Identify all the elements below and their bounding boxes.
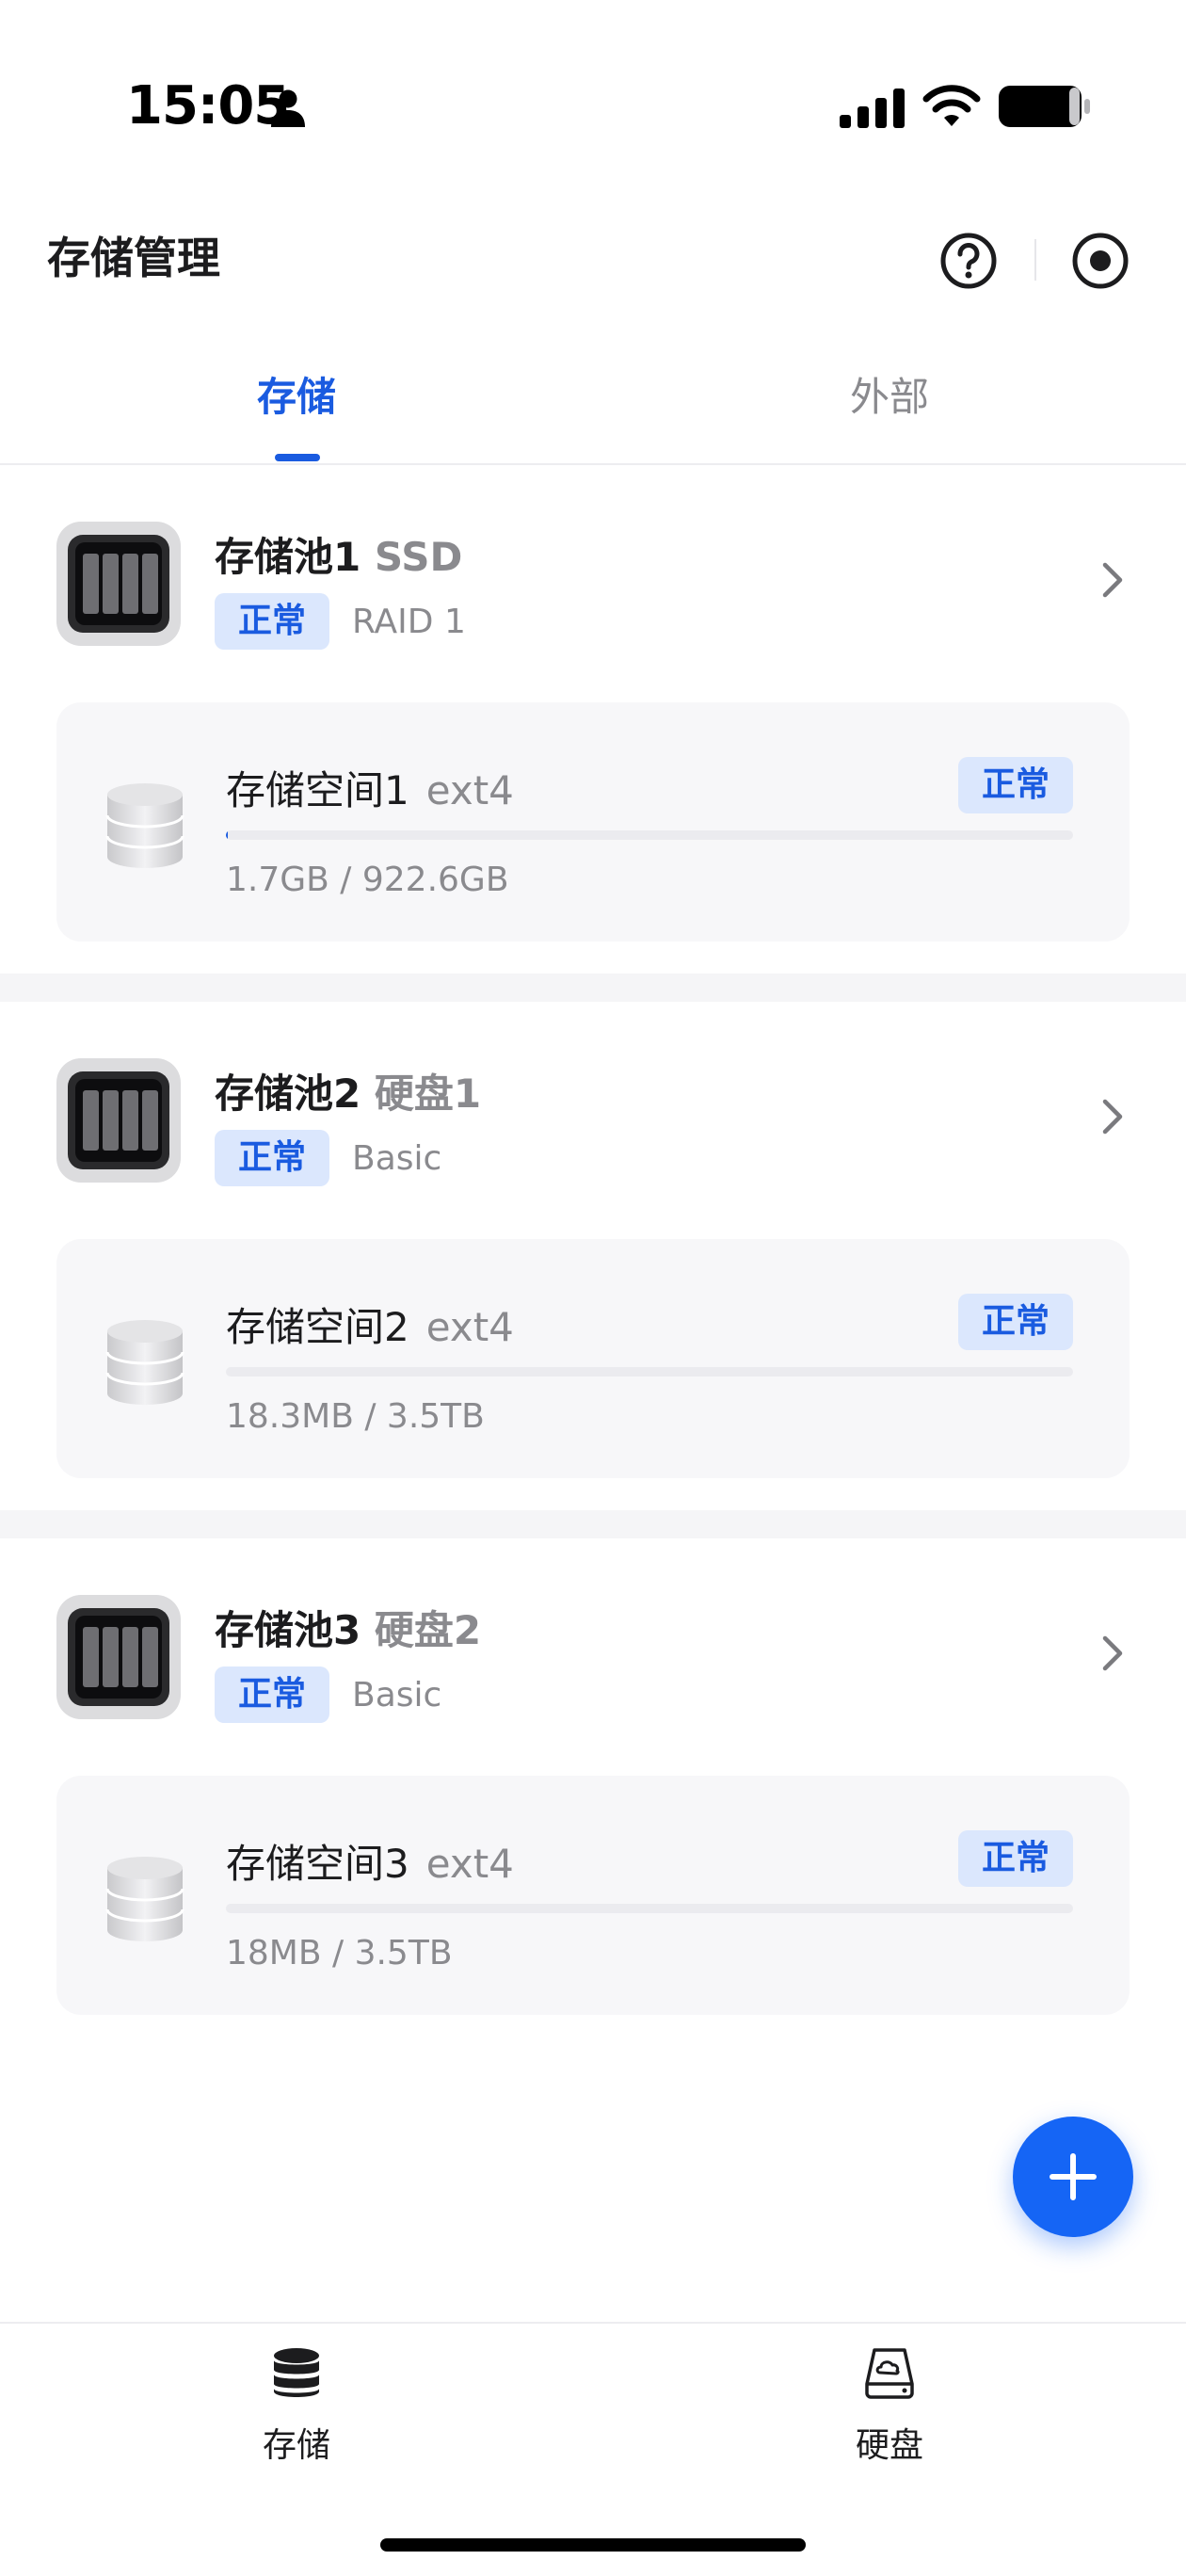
nav-item-storage[interactable]: 存储 [174,2344,419,2486]
status-badge: 正常 [958,757,1073,813]
pool-raid-type: Basic [352,1139,442,1178]
tab-external[interactable]: 外部 [767,365,1012,423]
tab-active-indicator [275,454,320,461]
volume-filesystem: ext4 [425,1304,514,1350]
plus-icon [1050,2153,1097,2200]
volume-card-3[interactable]: 存储空间3 ext4 正常 18MB / 3.5TB [56,1776,1130,2015]
cellular-signal-icon [840,89,905,128]
nav-label: 存储 [262,2426,330,2465]
volume-filesystem: ext4 [425,1841,514,1887]
usage-bar [226,830,1073,840]
tab-storage[interactable]: 存储 [174,365,419,423]
volume-usage: 18.3MB / 3.5TB [226,1397,485,1436]
status-time: 15:05 [126,75,290,137]
volume-filesystem: ext4 [425,767,514,813]
volume-usage: 1.7GB / 922.6GB [226,861,509,899]
add-button[interactable] [1013,2117,1133,2237]
usage-bar [226,1367,1073,1377]
chevron-right-icon[interactable] [1094,1092,1131,1141]
volume-card-2[interactable]: 存储空间2 ext4 正常 18.3MB / 3.5TB [56,1239,1130,1478]
chevron-right-icon[interactable] [1094,555,1131,604]
volume-name: 存储空间3 ext4 [226,1841,514,1887]
usage-bar-fill [226,830,228,840]
storage-pool-1[interactable]: 存储池1 SSD 正常 RAID 1 [0,465,1186,672]
database-icon [105,1320,184,1405]
section-separator [0,1510,1186,1538]
status-badge: 正常 [215,1130,329,1186]
nas-icon [56,1595,181,1719]
storage-pool-3[interactable]: 存储池3 硬盘2 正常 Basic [0,1538,1186,1746]
status-badge: 正常 [958,1830,1073,1887]
status-badge: 正常 [958,1294,1073,1350]
battery-icon [999,86,1090,127]
database-icon [105,783,184,868]
status-bar: 15:05 [0,0,1186,188]
header-divider [1034,239,1036,281]
home-indicator [380,2538,806,2552]
pool-raid-type: Basic [352,1676,442,1715]
pool-raid-type: RAID 1 [352,603,466,641]
status-badge: 正常 [215,593,329,650]
pool-name: 存储池1 SSD [215,534,463,580]
pool-name: 存储池2 硬盘1 [215,1071,482,1117]
database-icon [105,1857,184,1941]
database-icon [274,2348,319,2397]
pool-subtitle: SSD [374,534,463,580]
person-icon [271,89,305,127]
section-separator [0,974,1186,1002]
nav-label: 硬盘 [855,2426,923,2465]
pool-subtitle: 硬盘1 [374,1071,482,1117]
target-icon-button[interactable] [1071,232,1130,290]
nas-icon [56,1058,181,1183]
status-badge: 正常 [215,1666,329,1723]
usage-bar [226,1904,1073,1913]
help-button[interactable] [939,232,998,290]
storage-pool-2[interactable]: 存储池2 硬盘1 正常 Basic [0,1002,1186,1209]
nav-item-disk[interactable]: 硬盘 [767,2344,1012,2486]
volume-name: 存储空间1 ext4 [226,767,514,813]
wifi-icon [922,85,981,126]
volume-usage: 18MB / 3.5TB [226,1934,453,1972]
nas-icon [56,522,181,646]
hard-disk-icon [865,2348,914,2399]
volume-card-1[interactable]: 存储空间1 ext4 正常 1.7GB / 922.6GB [56,702,1130,942]
chevron-right-icon[interactable] [1094,1629,1131,1678]
page-title: 存储管理 [47,233,220,283]
volume-name: 存储空间2 ext4 [226,1304,514,1350]
pool-subtitle: 硬盘2 [374,1607,482,1653]
pool-name: 存储池3 硬盘2 [215,1607,482,1653]
